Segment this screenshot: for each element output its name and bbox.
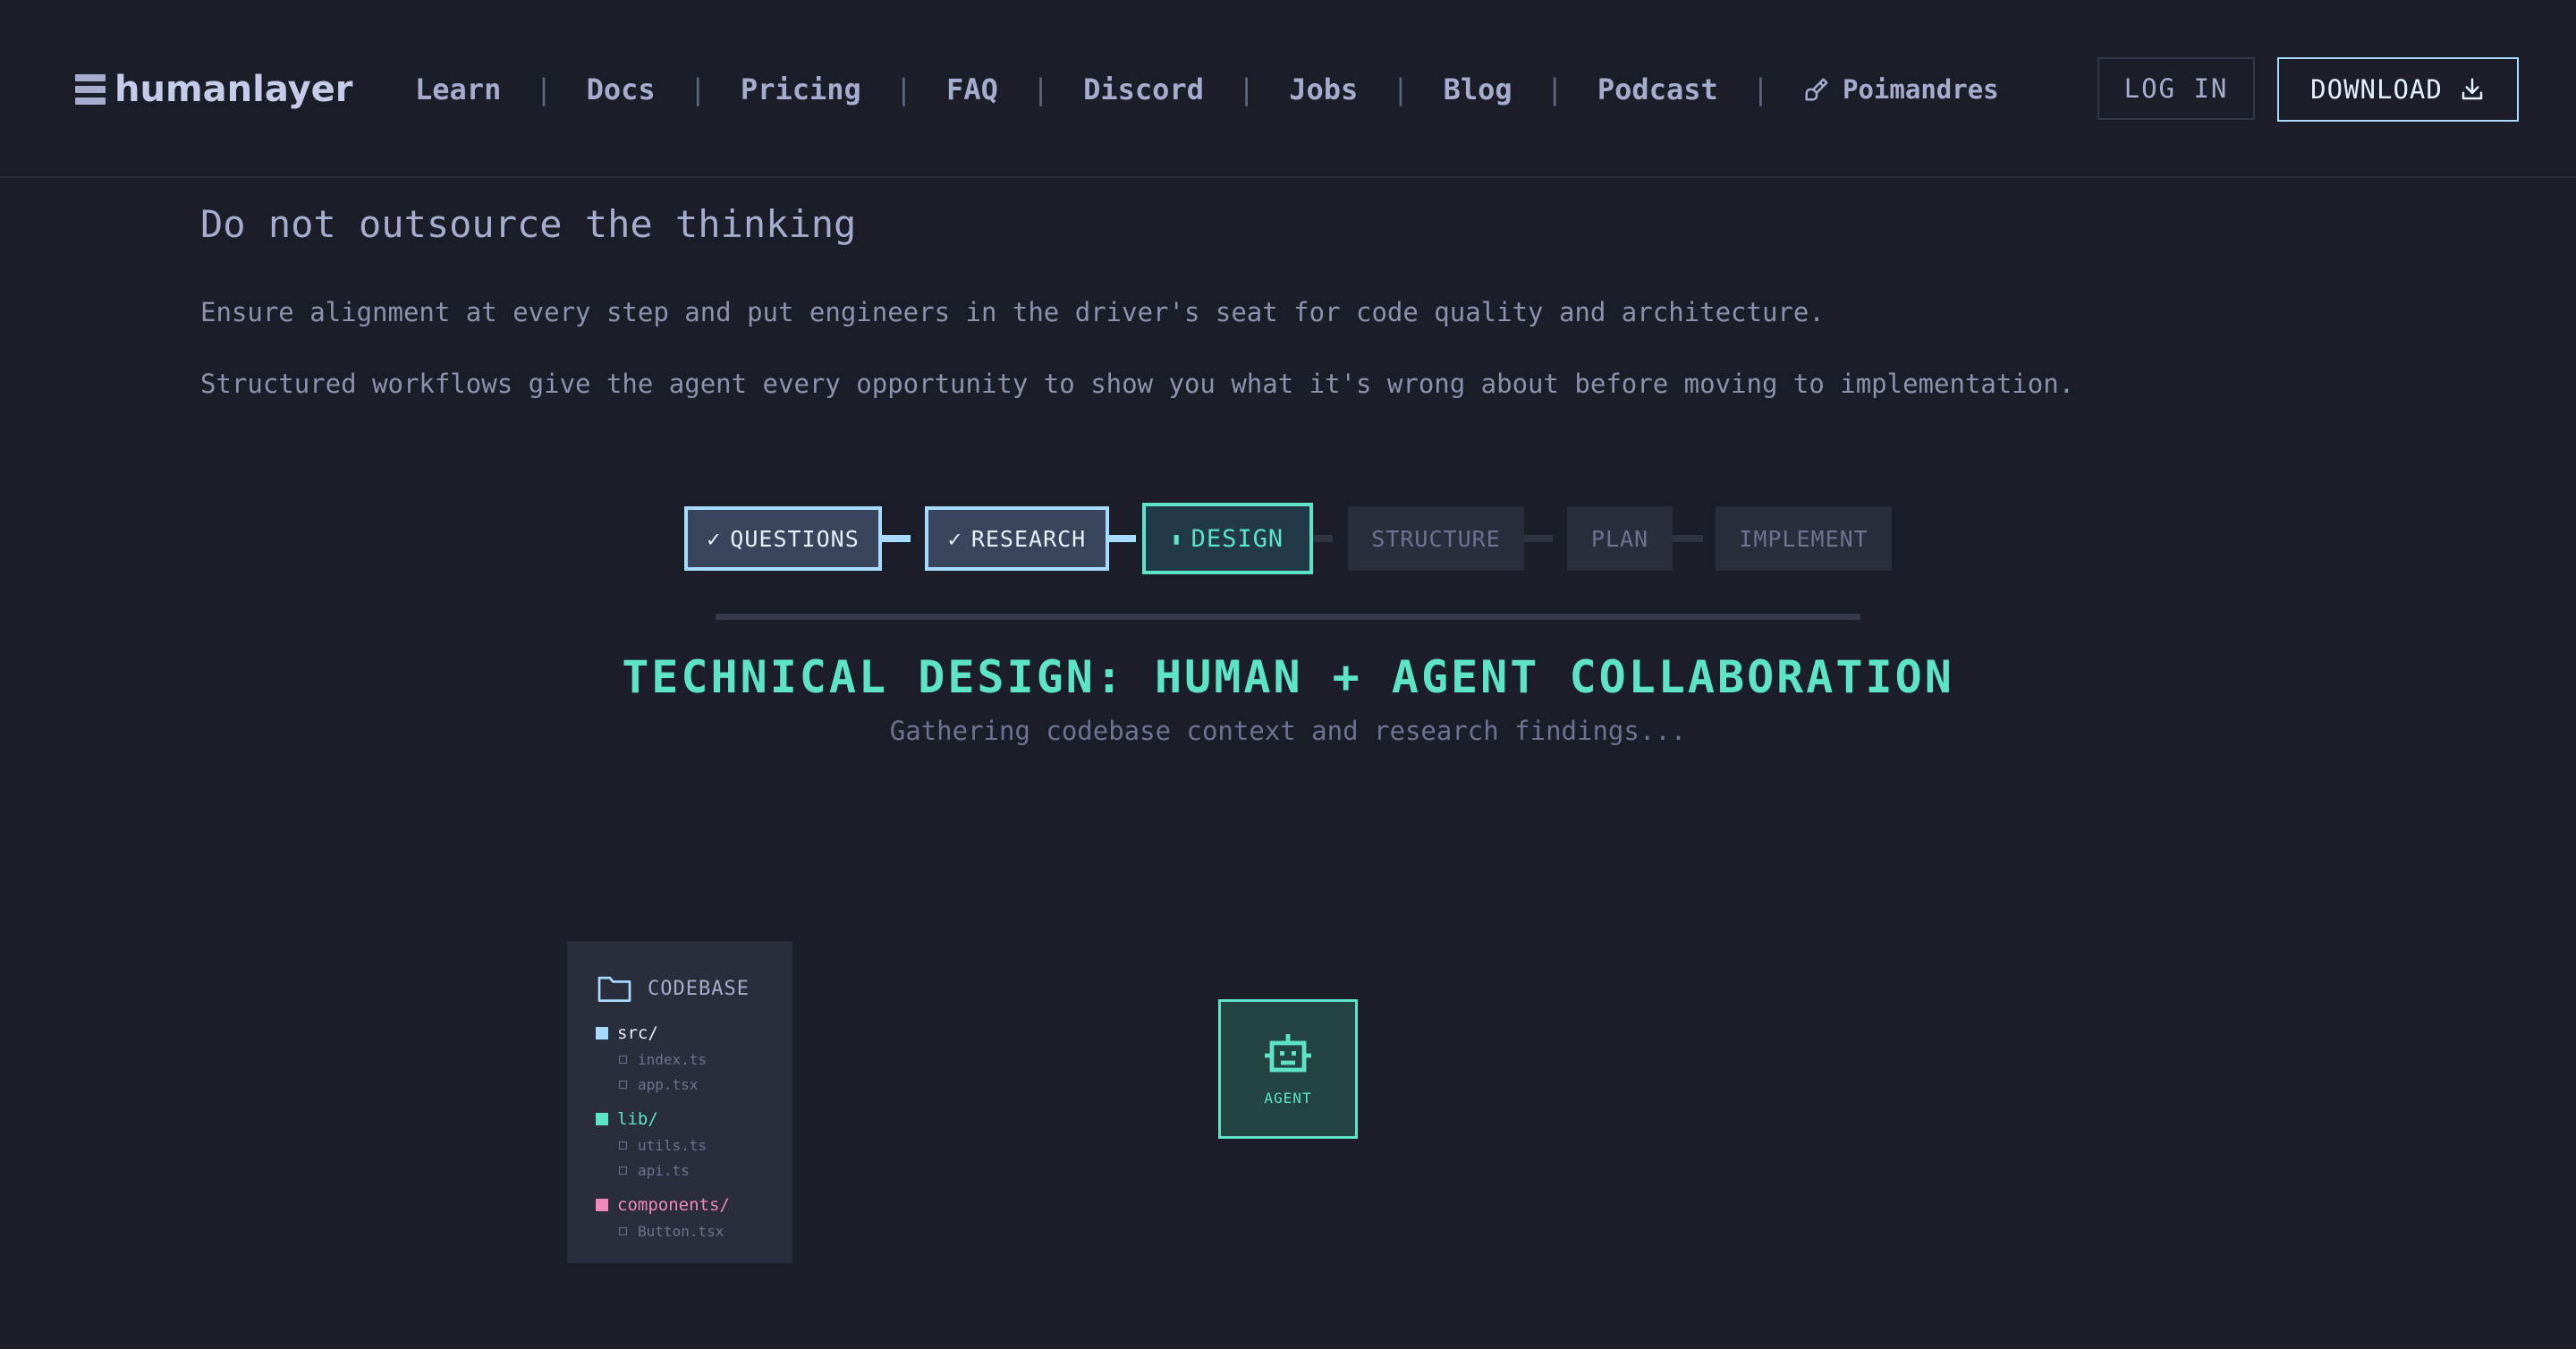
step-label: DESIGN (1191, 524, 1284, 553)
file-icon (619, 1081, 627, 1089)
nav-blog[interactable]: Blog (1444, 72, 1513, 106)
folder-marker-icon (596, 1199, 608, 1211)
theme-toggle[interactable]: Poimandres (1803, 74, 1999, 105)
folder-lib[interactable]: lib/ (596, 1109, 792, 1129)
step-questions[interactable]: ✓ QUESTIONS (684, 506, 882, 571)
file-name: app.tsx (638, 1076, 699, 1093)
brand-logo[interactable]: humanlayer (75, 66, 353, 113)
folder-name: src/ (617, 1023, 658, 1043)
workflow-subtitle: Gathering codebase context and research … (889, 716, 1687, 746)
download-label: DOWNLOAD (2310, 74, 2443, 105)
folder-name: components/ (617, 1195, 730, 1215)
step-research[interactable]: ✓ RESEARCH (925, 506, 1109, 571)
nav-separator: | (1751, 72, 1770, 106)
nav-docs[interactable]: Docs (587, 72, 656, 106)
step-connector (882, 535, 911, 542)
nav-discord[interactable]: Discord (1083, 72, 1204, 106)
nav-podcast[interactable]: Podcast (1597, 72, 1718, 106)
file-item[interactable]: utils.ts (619, 1137, 792, 1154)
stack-icon (75, 74, 106, 105)
folder-marker-icon (596, 1113, 608, 1125)
file-icon (619, 1141, 627, 1150)
folder-group: lib/ utils.ts api.ts (596, 1109, 792, 1179)
check-icon: ✓ (707, 525, 722, 552)
codebase-header: CODEBASE (596, 973, 792, 1004)
file-item[interactable]: Button.tsx (619, 1223, 792, 1240)
nav-separator: | (535, 72, 553, 106)
site-header: humanlayer Learn | Docs | Pricing | FAQ … (0, 0, 2576, 178)
file-name: index.ts (638, 1051, 708, 1068)
workflow-title: TECHNICAL DESIGN: HUMAN + AGENT COLLABOR… (622, 651, 1954, 703)
section-heading: Do not outsource the thinking (200, 202, 857, 246)
step-connector (1109, 535, 1136, 542)
intro-paragraph: Ensure alignment at every step and put e… (200, 297, 1825, 327)
login-button[interactable]: LOG IN (2097, 57, 2255, 120)
step-label: PLAN (1590, 525, 1649, 552)
robot-icon (1265, 1033, 1311, 1072)
theme-label: Poimandres (1843, 74, 1999, 105)
download-icon (2462, 78, 2483, 100)
step-label: QUESTIONS (730, 525, 860, 552)
folder-name: lib/ (617, 1109, 658, 1129)
step-implement[interactable]: IMPLEMENT (1716, 506, 1892, 571)
nav-separator: | (1237, 72, 1256, 106)
folder-components[interactable]: components/ (596, 1195, 792, 1215)
step-plan[interactable]: PLAN (1567, 506, 1673, 571)
file-name: utils.ts (638, 1137, 708, 1154)
cursor-icon: ▮ (1171, 529, 1182, 548)
file-name: Button.tsx (638, 1223, 724, 1240)
file-icon (619, 1056, 627, 1064)
folder-marker-icon (596, 1027, 608, 1039)
folder-src[interactable]: src/ (596, 1023, 792, 1043)
nav-separator: | (1392, 72, 1410, 106)
step-label: IMPLEMENT (1739, 525, 1868, 552)
agent-node: AGENT (1218, 999, 1358, 1139)
file-name: api.ts (638, 1162, 690, 1179)
nav-separator: | (894, 72, 913, 106)
step-connector (1673, 535, 1703, 542)
step-label: STRUCTURE (1371, 525, 1501, 552)
file-item[interactable]: api.ts (619, 1162, 792, 1179)
main-nav: Learn | Docs | Pricing | FAQ | Discord |… (415, 68, 1999, 111)
check-icon: ✓ (947, 525, 962, 552)
step-structure[interactable]: STRUCTURE (1348, 506, 1524, 571)
file-icon (619, 1167, 627, 1175)
agent-label: AGENT (1264, 1089, 1312, 1107)
intro-paragraph-2: Structured workflows give the agent ever… (200, 369, 2075, 399)
step-label: RESEARCH (970, 525, 1087, 552)
step-connector (1313, 535, 1333, 542)
nav-pricing[interactable]: Pricing (741, 72, 861, 106)
nav-separator: | (1031, 72, 1050, 106)
nav-jobs[interactable]: Jobs (1289, 72, 1358, 106)
progress-track (716, 614, 1860, 620)
download-button[interactable]: DOWNLOAD (2277, 57, 2519, 122)
paintbrush-icon (1805, 78, 1828, 101)
folder-group: src/ index.ts app.tsx (596, 1023, 792, 1093)
step-design[interactable]: ▮ DESIGN (1142, 503, 1313, 574)
nav-separator: | (1546, 72, 1563, 106)
nav-faq[interactable]: FAQ (946, 72, 998, 106)
brand-name: humanlayer (114, 69, 353, 110)
folder-group: components/ Button.tsx (596, 1195, 792, 1240)
nav-learn[interactable]: Learn (415, 72, 501, 106)
file-icon (619, 1227, 627, 1235)
codebase-panel: CODEBASE src/ index.ts app.tsx lib/ util… (567, 941, 792, 1263)
codebase-title: CODEBASE (648, 977, 750, 1000)
nav-separator: | (689, 72, 707, 106)
file-item[interactable]: app.tsx (619, 1076, 792, 1093)
folder-icon (597, 976, 631, 1002)
step-connector (1524, 535, 1553, 542)
file-item[interactable]: index.ts (619, 1051, 792, 1068)
